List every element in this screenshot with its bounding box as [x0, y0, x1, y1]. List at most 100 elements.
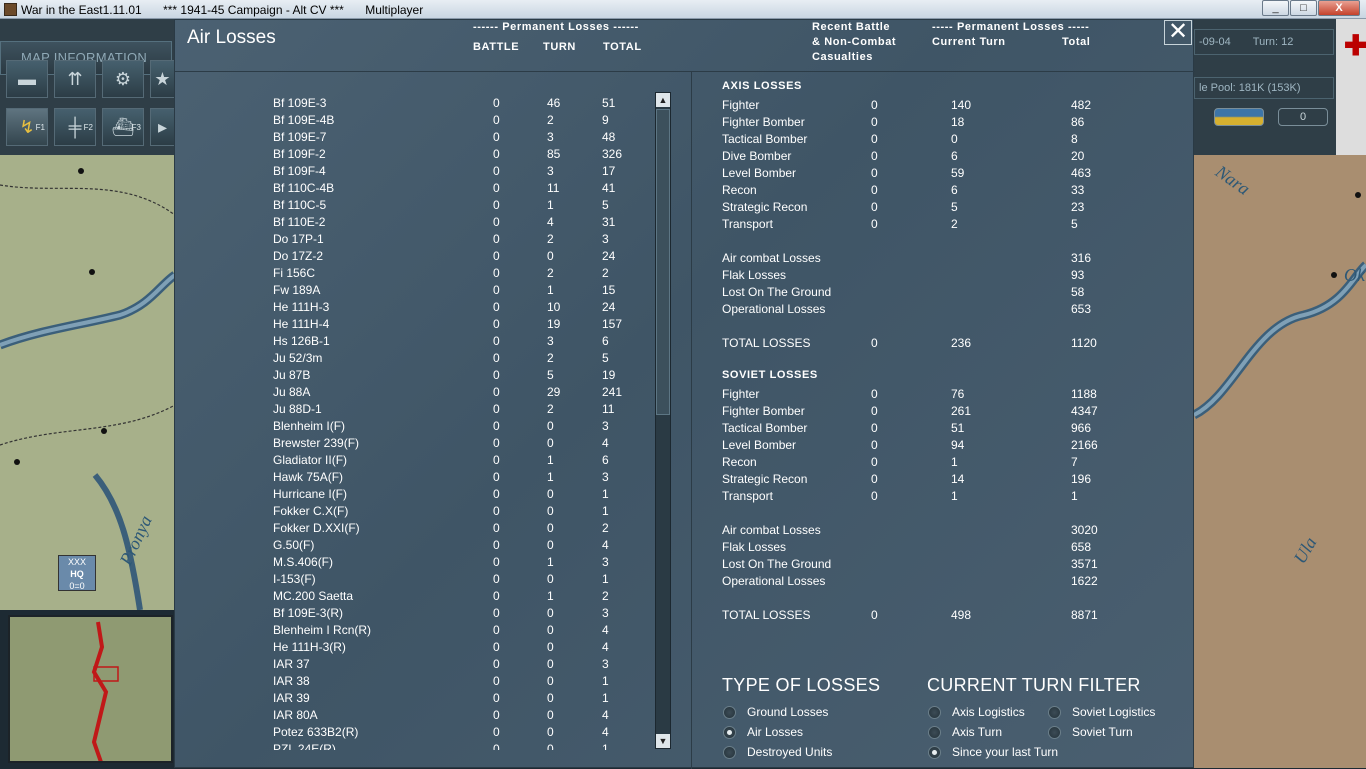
scenario-title: *** 1941-45 Campaign - Alt CV ***	[163, 3, 344, 17]
cause-row: Air combat Losses 3020	[722, 523, 1142, 540]
aircraft-row[interactable]: Fi 156C 0 2 2	[175, 266, 675, 283]
window-close-button[interactable]: X	[1318, 0, 1360, 16]
total-value: 15	[602, 283, 616, 297]
aircraft-row[interactable]: Blenheim I Rcn(R) 0 0 4	[175, 623, 675, 640]
aircraft-row[interactable]: Fw 189A 0 1 15	[175, 283, 675, 300]
recent-header-3: Casualties	[812, 51, 874, 63]
gear-icon[interactable]: ⚙	[102, 60, 144, 98]
recent-value: 0	[871, 455, 878, 469]
radio-dot-icon[interactable]	[1048, 726, 1061, 739]
aircraft-row[interactable]: Potez 633B2(R) 0 0 4	[175, 725, 675, 742]
fkey-label: F1	[35, 123, 45, 132]
loss-label: Lost On The Ground	[722, 557, 832, 571]
aircraft-row[interactable]: Blenheim I(F) 0 0 3	[175, 419, 675, 436]
battle-value: 0	[493, 555, 500, 569]
aircraft-row[interactable]: Do 17Z-2 0 0 24	[175, 249, 675, 266]
hq-counter[interactable]: XXX HQ 0=0	[58, 555, 96, 591]
scroll-up-button[interactable]: ▲	[656, 93, 670, 107]
star-icon[interactable]: ★	[150, 60, 175, 98]
counter-button[interactable]: 0	[1278, 108, 1328, 126]
aircraft-row[interactable]: Hawk 75A(F) 0 1 3	[175, 470, 675, 487]
total-value: 196	[1071, 472, 1092, 486]
aircraft-row[interactable]: Hurricane I(F) 0 0 1	[175, 487, 675, 504]
aircraft-row[interactable]: M.S.406(F) 0 1 3	[175, 555, 675, 572]
left-toolbar: MAP INFORMATION ▬ ⇈ ⚙ ★ ↯ F1 ╪ F2 ⛴ F3 ▸	[0, 19, 175, 155]
rail-icon[interactable]: ╪ F2	[54, 108, 96, 146]
unit-arrows-icon[interactable]: ⇈	[54, 60, 96, 98]
aircraft-row[interactable]: Do 17P-1 0 2 3	[175, 232, 675, 249]
aircraft-row[interactable]: Bf 109E-3(R) 0 0 3	[175, 606, 675, 623]
aircraft-row[interactable]: He 111H-3 0 10 24	[175, 300, 675, 317]
radio-dot-icon[interactable]	[928, 706, 941, 719]
aircraft-row[interactable]: Ju 87B 0 5 19	[175, 368, 675, 385]
aircraft-row[interactable]: Fokker C.X(F) 0 0 1	[175, 504, 675, 521]
current-turn-value: 51	[951, 421, 965, 435]
turn-value: 0	[547, 436, 554, 450]
aircraft-row[interactable]: Bf 109F-2 0 85 326	[175, 147, 675, 164]
aircraft-row[interactable]: Brewster 239(F) 0 0 4	[175, 436, 675, 453]
aircraft-row[interactable]: Bf 110C-4B 0 11 41	[175, 181, 675, 198]
aircraft-row[interactable]: Bf 109F-4 0 3 17	[175, 164, 675, 181]
aircraft-row[interactable]: IAR 38 0 0 1	[175, 674, 675, 691]
aircraft-row[interactable]: Hs 126B-1 0 3 6	[175, 334, 675, 351]
radio-dot-icon[interactable]	[723, 746, 736, 759]
aircraft-row[interactable]: Bf 109E-7 0 3 48	[175, 130, 675, 147]
aircraft-row[interactable]: Fokker D.XXI(F) 0 0 2	[175, 521, 675, 538]
scroll-thumb[interactable]	[656, 109, 670, 415]
battle-value: 0	[493, 606, 500, 620]
aircraft-row[interactable]: PZL 24E(R) 0 0 1	[175, 742, 675, 750]
aircraft-row[interactable]: I-153(F) 0 0 1	[175, 572, 675, 589]
aircraft-row[interactable]: IAR 39 0 0 1	[175, 691, 675, 708]
tank-icon[interactable]: ▬	[6, 60, 48, 98]
aircraft-name: G.50(F)	[273, 538, 315, 552]
flag-icon[interactable]	[1214, 108, 1264, 126]
radio-dot-icon[interactable]	[928, 726, 941, 739]
turn-col-header: TURN	[543, 41, 576, 53]
aircraft-row[interactable]: Bf 109E-3 0 46 51	[175, 96, 675, 113]
aircraft-row[interactable]: Gladiator II(F) 0 1 6	[175, 453, 675, 470]
turn-value: 0	[547, 249, 554, 263]
ship-icon[interactable]: ⛴ F3	[102, 108, 144, 146]
aircraft-row[interactable]: Bf 110E-2 0 4 31	[175, 215, 675, 232]
radio-dot-icon[interactable]	[1048, 706, 1061, 719]
aircraft-row[interactable]: He 111H-4 0 19 157	[175, 317, 675, 334]
current-turn-value: 6	[951, 183, 958, 197]
turn-value: 85	[547, 147, 561, 161]
dialog-close-button[interactable]: ✕	[1164, 20, 1192, 45]
aircraft-row[interactable]: G.50(F) 0 0 4	[175, 538, 675, 555]
radio-dot-icon[interactable]	[723, 706, 736, 719]
aircraft-row[interactable]: IAR 37 0 0 3	[175, 657, 675, 674]
aircraft-name: Bf 109E-3(R)	[273, 606, 344, 620]
radio-dot-icon[interactable]	[928, 746, 941, 759]
maximize-button[interactable]: □	[1290, 0, 1317, 16]
radio-dot-icon[interactable]	[723, 726, 736, 739]
aircraft-row[interactable]: Ju 88D-1 0 2 11	[175, 402, 675, 419]
aircraft-row[interactable]: He 111H-3(R) 0 0 4	[175, 640, 675, 657]
map-left[interactable]: Pronya	[0, 155, 175, 610]
scroll-down-button[interactable]: ▼	[656, 734, 670, 748]
aircraft-name: M.S.406(F)	[273, 555, 334, 569]
loss-label: Dive Bomber	[722, 149, 792, 163]
minimize-button[interactable]: _	[1262, 0, 1289, 16]
minimap[interactable]	[8, 615, 173, 763]
aircraft-row[interactable]: MC.200 Saetta 0 1 2	[175, 589, 675, 606]
aircraft-list[interactable]: Bf 109E-3 0 46 51 Bf 109E-4B 0 2 9 Bf 109E-7 0 3 48…	[175, 88, 675, 750]
game-date: -09-04	[1199, 36, 1231, 48]
turn-value: 0	[547, 657, 554, 671]
aircraft-row[interactable]: Bf 110C-5 0 1 5	[175, 198, 675, 215]
aircraft-row[interactable]: IAR 80A 0 0 4	[175, 708, 675, 725]
type-row: Recon 0 1 7	[722, 455, 1142, 472]
aircraft-row[interactable]: Ju 88A 0 29 241	[175, 385, 675, 402]
aircraft-list-scrollbar[interactable]: ▲ ▼	[655, 92, 671, 749]
map-right[interactable]: Nara Ula Ok	[1194, 155, 1366, 768]
total-value: 2	[602, 266, 609, 280]
more-icon[interactable]: ▸	[150, 108, 175, 146]
turn-value: 0	[547, 504, 554, 518]
loss-label: Transport	[722, 217, 773, 231]
loss-label: Recon	[722, 183, 757, 197]
aircraft-row[interactable]: Ju 52/3m 0 2 5	[175, 351, 675, 368]
road-icon[interactable]: ↯ F1	[6, 108, 48, 146]
turn-value: 0	[547, 419, 554, 433]
battle-value: 0	[493, 96, 500, 110]
aircraft-row[interactable]: Bf 109E-4B 0 2 9	[175, 113, 675, 130]
